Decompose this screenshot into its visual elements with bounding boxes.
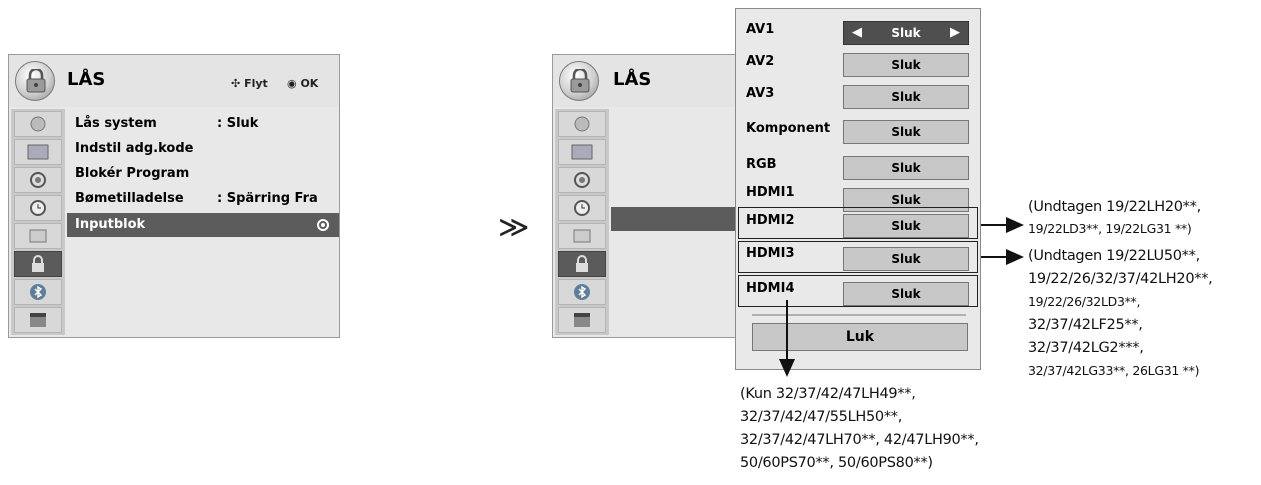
menu-item-parental-control[interactable]: Bømetilladelse xyxy=(75,191,184,206)
input-row-rgb: RGB Sluk xyxy=(736,151,980,181)
rgb-toggle[interactable]: Sluk xyxy=(843,156,969,180)
lock-menu-panel-background: LÅS xyxy=(552,54,752,338)
lock-icon[interactable] xyxy=(14,251,62,277)
tv-screen-icon[interactable] xyxy=(558,139,606,165)
ok-circle-icon: ◉ xyxy=(287,77,297,90)
note-line: 32/37/42/47LH70**, 42/47LH90**, xyxy=(740,432,979,448)
note-line: 50/60PS70**, 50/60PS80**) xyxy=(740,455,933,471)
input-label-hdmi1: HDMI1 xyxy=(746,185,795,200)
input-label-av3: AV3 xyxy=(746,86,775,101)
input-icon[interactable] xyxy=(14,223,62,249)
tv-screen-icon[interactable] xyxy=(14,139,62,165)
menu-item-input-block[interactable] xyxy=(611,207,751,231)
menu-header: LÅS ✣ Flyt ◉ OK xyxy=(9,55,339,107)
input-label-hdmi3: HDMI3 xyxy=(746,246,795,261)
av2-toggle[interactable]: Sluk xyxy=(843,53,969,77)
note-line: (Undtagen 19/22LU50**, xyxy=(1028,248,1200,264)
menu-title: LÅS xyxy=(613,69,652,90)
clock-icon[interactable] xyxy=(14,195,62,221)
next-step-arrow: ≫ xyxy=(498,210,530,245)
satellite-dish-icon[interactable] xyxy=(558,111,606,137)
clapperboard-icon[interactable] xyxy=(558,307,606,333)
speaker-icon[interactable] xyxy=(14,167,62,193)
satellite-dish-icon[interactable] xyxy=(14,111,62,137)
lock-menu-panel: LÅS ✣ Flyt ◉ OK Lås system : Sluk Indsti… xyxy=(8,54,340,338)
menu-item-set-password[interactable]: Indstil adg.kode xyxy=(75,141,193,156)
clock-icon[interactable] xyxy=(558,195,606,221)
lock-icon xyxy=(559,61,599,101)
menu-icon-column xyxy=(11,109,65,335)
menu-header: LÅS xyxy=(553,55,751,107)
input-icon[interactable] xyxy=(558,223,606,249)
right-arrow-icon[interactable]: ▶ xyxy=(950,25,960,40)
note-line: (Undtagen 19/22LH20**, xyxy=(1028,199,1201,215)
input-row-hdmi2: HDMI2 Sluk xyxy=(736,211,980,241)
menu-item-lock-system[interactable]: Lås system xyxy=(75,116,157,131)
menu-items-area xyxy=(611,109,751,335)
input-block-popup: AV1 ◀ Sluk ▶ AV2 Sluk AV3 Sluk Komponent… xyxy=(735,8,981,370)
input-row-av2: AV2 Sluk xyxy=(736,53,980,83)
av1-toggle[interactable]: ◀ Sluk ▶ xyxy=(843,21,969,45)
bluetooth-icon[interactable] xyxy=(558,279,606,305)
input-row-component: Komponent Sluk xyxy=(736,117,980,147)
menu-icon-column xyxy=(555,109,609,335)
input-label-hdmi4: HDMI4 xyxy=(746,281,795,296)
note-line: 32/37/42LG33**, 26LG31 **) xyxy=(1028,363,1200,378)
hdmi3-toggle[interactable]: Sluk xyxy=(843,247,969,271)
selected-radio-icon xyxy=(317,219,329,231)
input-row-av3: AV3 Sluk xyxy=(736,85,980,115)
note-line: (Kun 32/37/42/47LH49**, xyxy=(740,386,916,402)
av1-value: Sluk xyxy=(891,26,921,40)
popup-divider xyxy=(752,314,966,316)
left-arrow-icon[interactable]: ◀ xyxy=(852,25,862,40)
note-line: 19/22LD3**, 19/22LG31 **) xyxy=(1028,221,1192,236)
input-block-label: Inputblok xyxy=(75,217,146,232)
component-toggle[interactable]: Sluk xyxy=(843,120,969,144)
move-arrows-icon: ✣ xyxy=(231,77,241,90)
note-line: 32/37/42/47/55LH50**, xyxy=(740,409,903,425)
bluetooth-icon[interactable] xyxy=(14,279,62,305)
menu-item-input-block[interactable]: Inputblok xyxy=(67,213,339,237)
av3-toggle[interactable]: Sluk xyxy=(843,85,969,109)
speaker-icon[interactable] xyxy=(558,167,606,193)
input-label-component: Komponent xyxy=(746,121,831,136)
lock-icon xyxy=(15,61,55,101)
move-hint: ✣ Flyt xyxy=(231,77,268,90)
input-label-av1: AV1 xyxy=(746,22,775,37)
hdmi4-toggle[interactable]: Sluk xyxy=(843,282,969,306)
hdmi2-toggle[interactable]: Sluk xyxy=(843,214,969,238)
close-button[interactable]: Luk xyxy=(752,323,968,351)
input-row-hdmi3: HDMI3 Sluk xyxy=(736,245,980,275)
ok-hint: ◉ OK xyxy=(287,77,319,90)
clapperboard-icon[interactable] xyxy=(14,307,62,333)
parental-control-value: : Spärring Fra xyxy=(217,191,318,206)
note-line: 19/22/26/32/37/42LH20**, xyxy=(1028,271,1213,287)
note-line: 32/37/42LG2***, xyxy=(1028,340,1144,356)
input-row-av1: AV1 ◀ Sluk ▶ xyxy=(736,21,980,51)
menu-title: LÅS xyxy=(67,69,106,90)
input-label-hdmi2: HDMI2 xyxy=(746,213,795,228)
menu-items-area: Lås system : Sluk Indstil adg.kode Bloké… xyxy=(67,109,339,335)
note-line: 19/22/26/32LD3**, xyxy=(1028,294,1141,309)
note-line: 32/37/42LF25**, xyxy=(1028,317,1143,333)
input-row-hdmi4: HDMI4 Sluk xyxy=(736,279,980,309)
lock-icon[interactable] xyxy=(558,251,606,277)
lock-system-value: : Sluk xyxy=(217,116,259,131)
menu-item-block-program[interactable]: Blokér Program xyxy=(75,166,189,181)
input-label-av2: AV2 xyxy=(746,54,775,69)
input-label-rgb: RGB xyxy=(746,157,777,172)
